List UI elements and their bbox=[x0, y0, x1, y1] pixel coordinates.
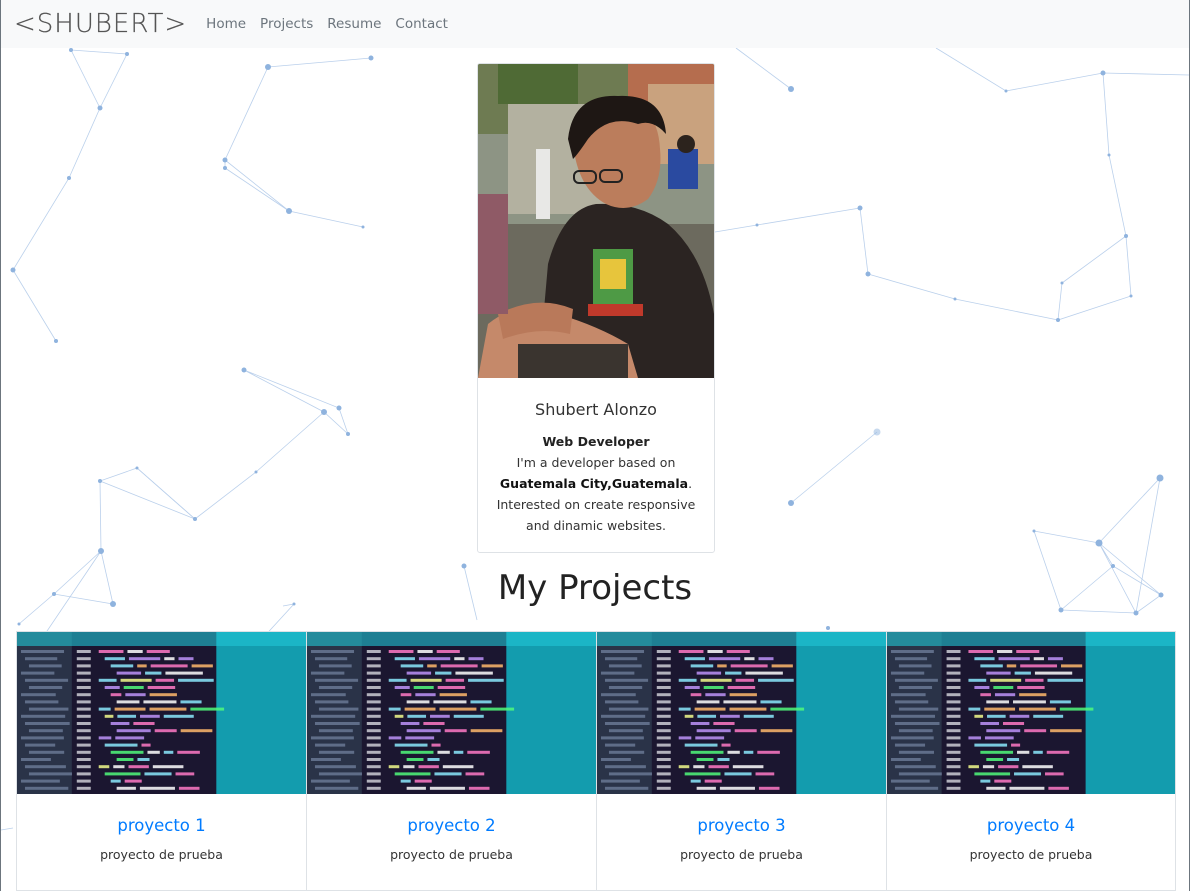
project-thumbnail bbox=[887, 632, 1175, 794]
project-title-link[interactable]: proyecto 3 bbox=[597, 816, 886, 835]
projects-section-title: My Projects bbox=[497, 568, 693, 608]
profile-role: Web Developer bbox=[542, 434, 650, 449]
profile-text-pre: I'm a developer based on bbox=[516, 455, 676, 470]
top-navbar: <SHUBERT> Home Projects Resume Contact bbox=[1, 0, 1189, 48]
project-description: proyecto de prueba bbox=[680, 847, 803, 862]
project-card: proyecto 4 proyecto de prueba bbox=[886, 631, 1176, 891]
project-title-link[interactable]: proyecto 2 bbox=[307, 816, 596, 835]
project-thumbnail bbox=[597, 632, 886, 794]
profile-body: Shubert Alonzo Web Developer I'm a devel… bbox=[478, 378, 714, 536]
nav-link-contact[interactable]: Contact bbox=[388, 16, 455, 32]
project-card: proyecto 3 proyecto de prueba bbox=[596, 631, 886, 891]
project-card: proyecto 1 proyecto de prueba bbox=[16, 631, 306, 891]
profile-photo bbox=[478, 64, 714, 378]
project-description: proyecto de prueba bbox=[390, 847, 513, 862]
project-description: proyecto de prueba bbox=[969, 847, 1093, 862]
profile-description: I'm a developer based on Guatemala City,… bbox=[478, 452, 714, 536]
project-body: proyecto 2 proyecto de prueba bbox=[307, 794, 596, 862]
project-thumbnail bbox=[17, 632, 306, 794]
project-title-link[interactable]: proyecto 1 bbox=[17, 816, 306, 835]
nav-link-resume[interactable]: Resume bbox=[320, 16, 388, 32]
profile-name: Shubert Alonzo bbox=[535, 400, 657, 419]
project-body: proyecto 4 proyecto de prueba bbox=[887, 794, 1175, 862]
nav-link-home[interactable]: Home bbox=[199, 16, 253, 32]
profile-card: Shubert Alonzo Web Developer I'm a devel… bbox=[477, 63, 715, 553]
profile-location: Guatemala City,Guatemala bbox=[499, 476, 689, 491]
project-thumbnail bbox=[307, 632, 596, 794]
project-card: proyecto 2 proyecto de prueba bbox=[306, 631, 596, 891]
project-body: proyecto 1 proyecto de prueba bbox=[17, 794, 306, 862]
nav-links: Home Projects Resume Contact bbox=[199, 16, 455, 32]
project-title-link[interactable]: proyecto 4 bbox=[887, 816, 1175, 835]
project-body: proyecto 3 proyecto de prueba bbox=[597, 794, 886, 862]
project-description: proyecto de prueba bbox=[100, 847, 223, 862]
nav-link-projects[interactable]: Projects bbox=[253, 16, 320, 32]
projects-grid: proyecto 1 proyecto de prueba proyecto 2… bbox=[16, 631, 1176, 891]
brand-logo[interactable]: <SHUBERT> bbox=[14, 9, 187, 39]
